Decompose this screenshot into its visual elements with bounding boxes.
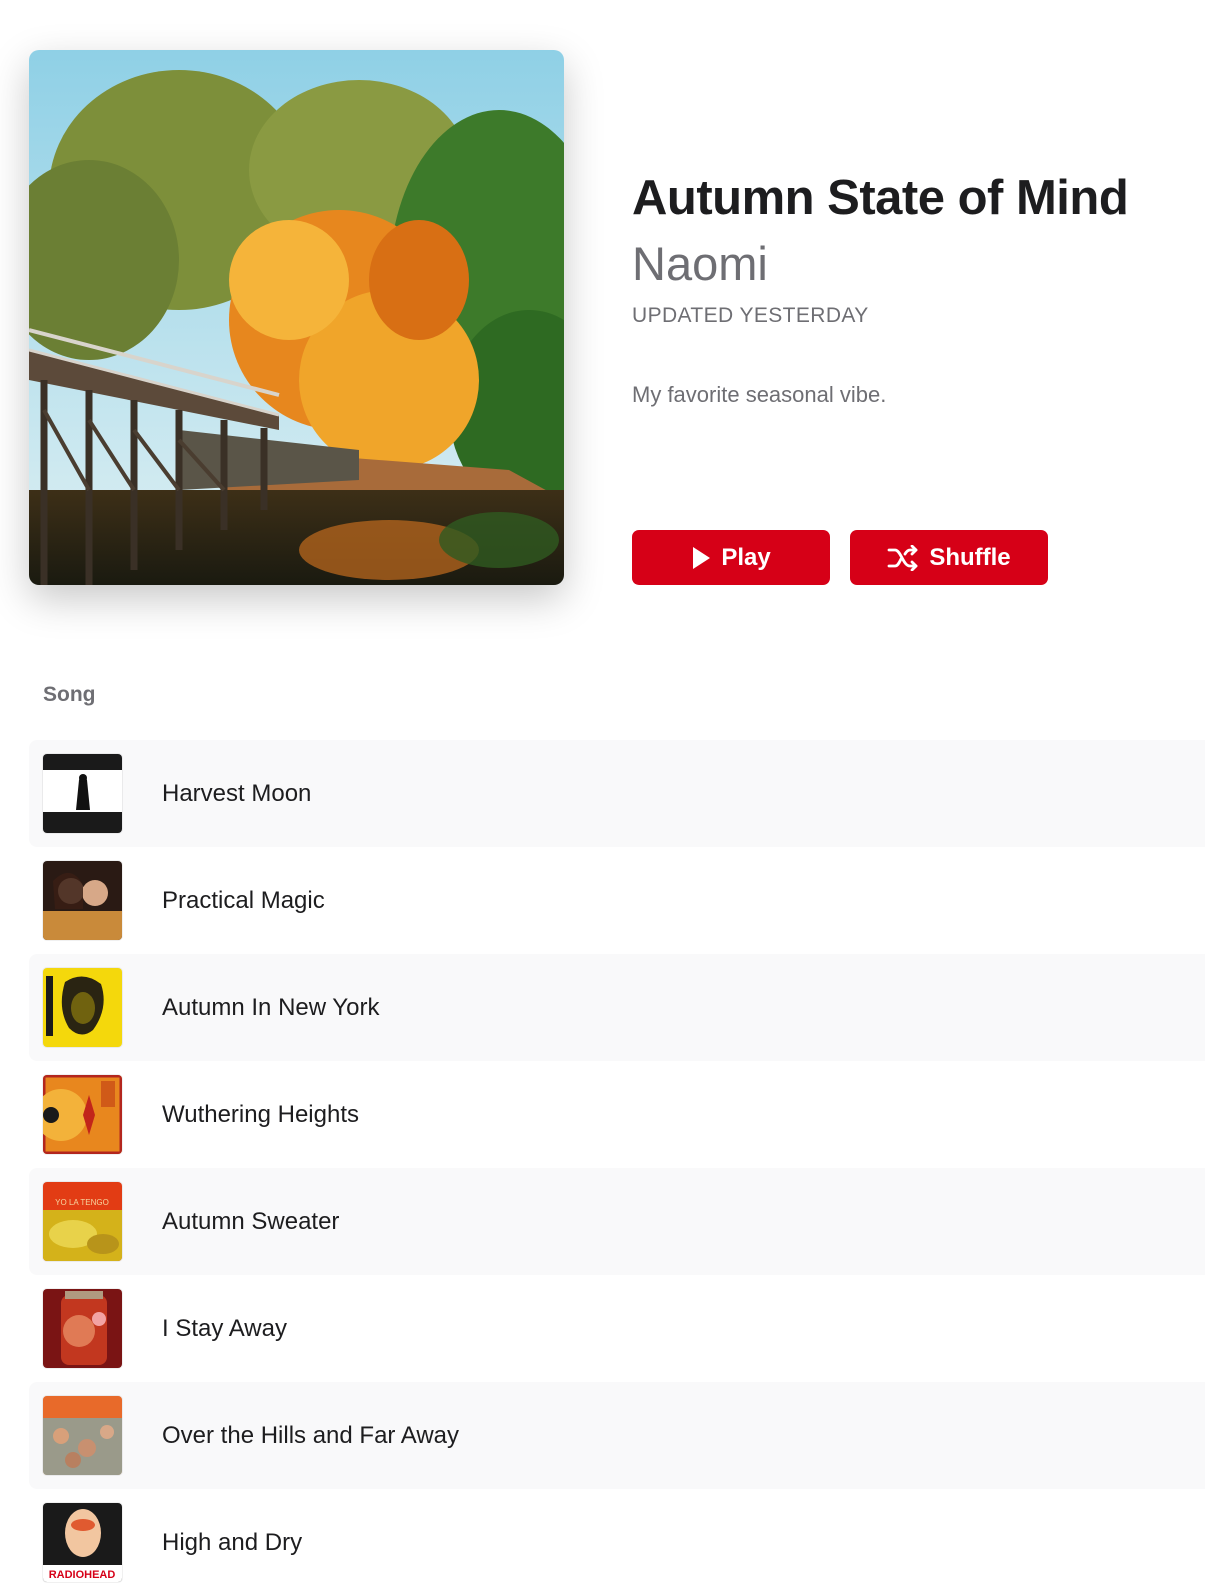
song-column-header[interactable]: Song bbox=[43, 683, 96, 707]
playlist-curator[interactable]: Naomi bbox=[632, 236, 768, 291]
updated-label: UPDATED YESTERDAY bbox=[632, 304, 869, 327]
song-list: Harvest Moon Practical Magic Autumn In N… bbox=[29, 740, 1205, 1596]
song-row[interactable]: RADIOHEAD High and Dry bbox=[29, 1489, 1205, 1596]
album-art-houses-of-the-holy bbox=[43, 1396, 122, 1475]
song-title: Harvest Moon bbox=[162, 779, 312, 807]
album-art-radiohead-bends: RADIOHEAD bbox=[43, 1503, 122, 1582]
song-title: I Stay Away bbox=[162, 1314, 287, 1342]
song-title: Autumn Sweater bbox=[162, 1207, 340, 1235]
playlist-artwork bbox=[29, 50, 564, 585]
song-row[interactable]: Autumn In New York bbox=[29, 954, 1205, 1061]
shuffle-icon bbox=[887, 544, 919, 571]
play-icon bbox=[691, 546, 711, 570]
album-art-yellow-portrait bbox=[43, 968, 122, 1047]
album-art-practical-magic bbox=[43, 861, 122, 940]
song-row[interactable]: Wuthering Heights bbox=[29, 1061, 1205, 1168]
album-art-yo-la-tengo: YO LA TENGO bbox=[43, 1182, 122, 1261]
song-row[interactable]: Practical Magic bbox=[29, 847, 1205, 954]
song-row[interactable]: I Stay Away bbox=[29, 1275, 1205, 1382]
autumn-bridge-artwork bbox=[29, 50, 564, 585]
song-title: Over the Hills and Far Away bbox=[162, 1421, 460, 1449]
playlist-title: Autumn State of Mind bbox=[632, 171, 1129, 225]
album-art-red-jar bbox=[43, 1289, 122, 1368]
album-art-orange-kick-inside bbox=[43, 1075, 122, 1154]
song-row[interactable]: Harvest Moon bbox=[29, 740, 1205, 847]
album-art-text: YO LA TENGO bbox=[55, 1198, 109, 1207]
shuffle-label: Shuffle bbox=[929, 543, 1011, 571]
song-row[interactable]: YO LA TENGO Autumn Sweater bbox=[29, 1168, 1205, 1275]
song-title: Wuthering Heights bbox=[162, 1100, 359, 1128]
shuffle-button[interactable]: Shuffle bbox=[850, 530, 1048, 585]
song-row[interactable]: Over the Hills and Far Away bbox=[29, 1382, 1205, 1489]
album-art-text: RADIOHEAD bbox=[49, 1569, 116, 1581]
play-label: Play bbox=[721, 543, 771, 571]
song-title: Autumn In New York bbox=[162, 993, 380, 1021]
play-button[interactable]: Play bbox=[632, 530, 830, 585]
playlist-description: My favorite seasonal vibe. bbox=[632, 382, 887, 407]
album-art-black-white bbox=[43, 754, 122, 833]
song-title: Practical Magic bbox=[162, 886, 325, 914]
song-title: High and Dry bbox=[162, 1528, 303, 1556]
